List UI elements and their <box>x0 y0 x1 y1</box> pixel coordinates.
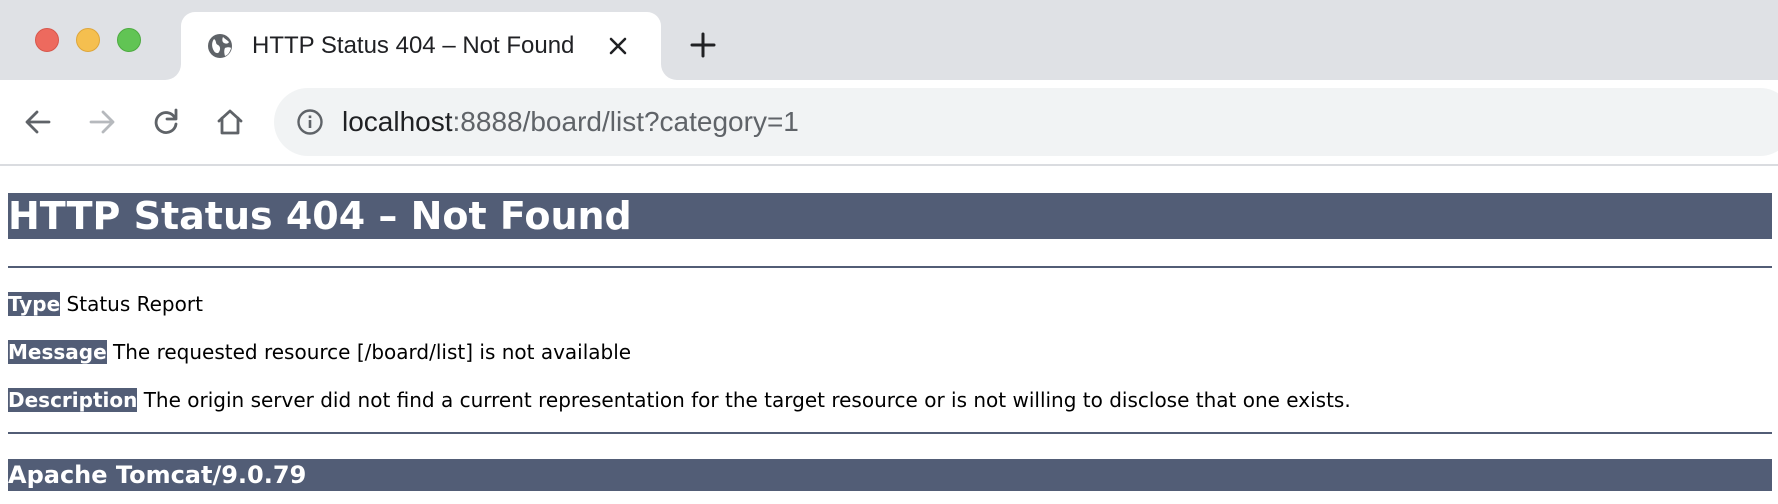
tab-strip: HTTP Status 404 – Not Found <box>0 0 1778 80</box>
message-label: Message <box>8 340 107 364</box>
reload-icon[interactable] <box>150 106 182 138</box>
type-value: Status Report <box>60 292 203 316</box>
browser-toolbar: localhost:8888/board/list?category=1 <box>0 80 1778 166</box>
divider <box>8 432 1772 434</box>
browser-tab-active[interactable]: HTTP Status 404 – Not Found <box>181 12 661 80</box>
type-label: Type <box>8 292 61 316</box>
type-row: Type Status Report <box>8 291 203 317</box>
url-host: localhost <box>342 106 453 137</box>
page-title: HTTP Status 404 – Not Found <box>8 193 1772 239</box>
address-bar[interactable]: localhost:8888/board/list?category=1 <box>274 88 1778 156</box>
description-label: Description <box>8 388 138 412</box>
window-maximize-button[interactable] <box>117 28 141 52</box>
arrow-right-icon[interactable] <box>86 106 118 138</box>
server-footer: Apache Tomcat/9.0.79 <box>8 459 1772 491</box>
divider <box>8 266 1772 268</box>
tab-title: HTTP Status 404 – Not Found <box>252 32 575 59</box>
globe-icon <box>206 32 234 60</box>
description-row: Description The origin server did not fi… <box>8 387 1351 413</box>
description-value: The origin server did not find a current… <box>137 388 1351 412</box>
info-icon[interactable] <box>296 108 324 136</box>
plus-icon[interactable] <box>688 30 718 60</box>
window-minimize-button[interactable] <box>76 28 100 52</box>
arrow-left-icon[interactable] <box>22 106 54 138</box>
message-row: Message The requested resource [/board/l… <box>8 339 631 365</box>
message-value: The requested resource [/board/list] is … <box>106 340 632 364</box>
close-icon[interactable] <box>606 34 630 58</box>
url-path: :8888/board/list?category=1 <box>452 106 799 137</box>
url-text[interactable]: localhost:8888/board/list?category=1 <box>342 102 799 142</box>
home-icon[interactable] <box>214 106 246 138</box>
window-close-button[interactable] <box>35 28 59 52</box>
